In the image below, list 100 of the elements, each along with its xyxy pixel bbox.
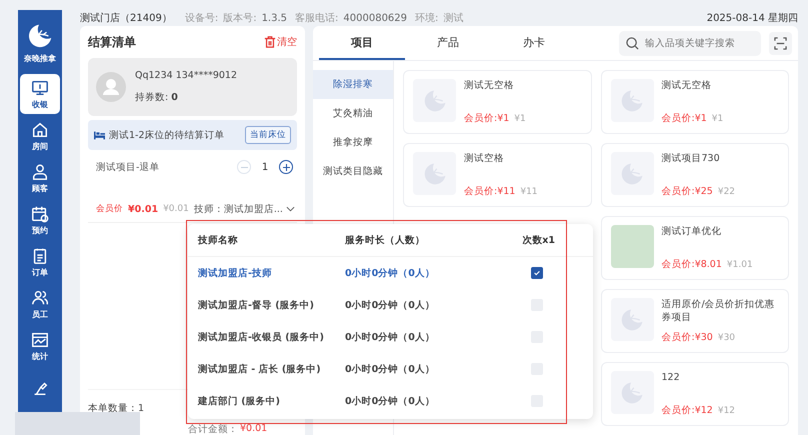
technician-name: 测试加盟店-督导 (服务中) <box>198 298 315 312</box>
column-header: 次数x1 <box>521 234 555 246</box>
technician-name: 测试加盟店 - 店长 (服务中) <box>198 362 322 376</box>
member-price-label: 会员价 <box>96 203 123 215</box>
coupon-count: 持券数: 0 <box>135 91 179 104</box>
original-price: ¥30 <box>718 333 736 343</box>
category-item[interactable]: 除湿排寒 <box>313 70 393 99</box>
member-price: 会员价:¥1 <box>464 112 510 125</box>
original-price: ¥22 <box>718 187 736 197</box>
column-header: 技师名称 <box>198 234 239 246</box>
monitor-icon <box>31 78 49 96</box>
calendar-icon <box>31 204 49 222</box>
total-amount-label: 合计金额： <box>188 423 238 435</box>
member-price: 会员价:¥30 <box>662 331 713 344</box>
clear-button[interactable]: 清空 <box>264 35 297 49</box>
product-card[interactable]: 122 会员价:¥12 ¥12 <box>600 362 789 426</box>
chevron-down-icon <box>286 206 295 212</box>
product-card[interactable]: 测试项目730 会员价:¥25 ¥22 <box>600 143 789 207</box>
bed-order-text: 测试1-2床位的待结算订单 <box>109 128 225 142</box>
member-price: 会员价:¥8.01 <box>662 258 722 271</box>
version-number: 1.3.5 <box>262 12 288 24</box>
product-card[interactable]: 适用原价/会员价折扣优惠券项目 会员价:¥30 ¥30 <box>600 289 789 353</box>
original-price: ¥1.01 <box>726 260 753 270</box>
category-item[interactable]: 测试类目隐藏 <box>313 157 393 186</box>
service-duration: 0小时0分钟（0人） <box>345 298 436 312</box>
technician-name: 测试加盟店-收银员 (服务中) <box>198 330 325 344</box>
product-card[interactable]: 测试无空格 会员价:¥1 ¥1 <box>600 70 789 134</box>
person-icon <box>31 162 49 180</box>
service-duration: 0小时0分钟（0人） <box>345 330 436 344</box>
nav-item[interactable]: 顾客 <box>20 158 60 198</box>
service-duration: 0小时0分钟（0人） <box>345 266 436 280</box>
category-item[interactable]: 推拿按摩 <box>313 128 393 157</box>
trash-icon <box>264 36 276 48</box>
product-card[interactable]: 测试无空格 会员价:¥1 ¥1 <box>403 70 592 134</box>
original-price: ¥1 <box>712 114 724 124</box>
nav-item[interactable]: 员工 <box>20 284 60 324</box>
item-name: 测试项目-退单 <box>96 160 160 174</box>
product-name: 测试无空格 <box>662 79 712 92</box>
brand-name: 奈晚推拿 <box>24 53 56 64</box>
product-name: 适用原价/会员价折扣优惠券项目 <box>662 298 776 325</box>
product-card[interactable]: 测试订单优化 会员价:¥8.01 ¥1.01 <box>600 216 789 280</box>
nav-item[interactable]: 房间 <box>20 116 60 156</box>
environment-value: 测试 <box>443 12 464 25</box>
environment-label: 环境: <box>415 12 438 25</box>
technician-name: 测试加盟店-技师 <box>198 266 273 280</box>
bed-icon <box>94 130 105 140</box>
total-count: 本单数量：1 <box>88 402 146 415</box>
nav-item[interactable]: 预约 <box>20 200 60 240</box>
minus-button[interactable] <box>237 160 251 174</box>
original-price: ¥1 <box>514 114 526 124</box>
product-name: 测试无空格 <box>464 79 515 92</box>
original-price: ¥11 <box>520 187 538 197</box>
plus-button[interactable] <box>279 160 293 174</box>
member-price: ¥0.01 <box>128 204 158 214</box>
original-price: ¥0.01 <box>163 204 189 214</box>
nav-item[interactable]: 收银 <box>20 74 60 114</box>
plus-icon <box>282 164 290 170</box>
original-price: ¥12 <box>718 406 736 416</box>
check-icon <box>533 269 541 277</box>
scan-button[interactable] <box>769 32 792 54</box>
avatar-icon <box>96 72 126 102</box>
member-price: 会员价:¥1 <box>662 112 707 125</box>
member-price: 会员价:¥25 <box>662 185 713 198</box>
store-name: 测试门店（21409） <box>80 12 172 25</box>
product-name: 测试项目730 <box>662 152 721 166</box>
chart-icon <box>31 330 49 348</box>
member-price: 会员价:¥12 <box>662 404 713 417</box>
moon-logo-icon <box>26 22 54 50</box>
house-icon <box>31 120 49 138</box>
category-item[interactable]: 艾灸精油 <box>313 99 393 128</box>
member-price: 会员价:¥11 <box>464 185 516 198</box>
photo-placeholder <box>610 225 654 268</box>
tab[interactable]: 项目 <box>319 26 405 60</box>
service-duration: 0小时0分钟（0人） <box>345 394 436 408</box>
product-name: 122 <box>662 371 681 384</box>
people-icon <box>31 288 49 306</box>
version-label: 版本号: <box>223 12 257 25</box>
product-card[interactable]: 测试空格 会员价:¥11 ¥11 <box>403 143 592 207</box>
current-bed-button[interactable]: 当前床位 <box>245 126 291 144</box>
technician-dropdown[interactable]: 技师：测试加盟店... <box>194 202 295 216</box>
product-name: 测试订单优化 <box>662 225 722 238</box>
member-name: Qq1234 134****9012 <box>135 70 238 81</box>
scan-icon <box>774 36 787 50</box>
nav-item[interactable]: 订单 <box>20 242 60 282</box>
product-name: 测试空格 <box>464 152 505 166</box>
quantity-value: 1 <box>260 162 270 172</box>
search-field[interactable]: 输入品项关键字搜索 <box>619 30 761 56</box>
date-text: 2025-08-14 星期四 <box>706 12 798 25</box>
service-duration: 0小时0分钟（0人） <box>345 362 436 376</box>
tab[interactable]: 产品 <box>405 26 491 60</box>
tab[interactable]: 办卡 <box>491 26 577 60</box>
checkbox[interactable] <box>531 267 543 279</box>
cart-title: 结算清单 <box>88 34 136 50</box>
clipboard-icon <box>31 246 49 264</box>
column-header: 服务时长（人数） <box>345 234 426 246</box>
phone-number: 4000080629 <box>343 12 408 24</box>
technician-name: 建店部门 (服务中) <box>198 394 281 408</box>
nav-item[interactable]: 统计 <box>20 326 60 366</box>
total-amount: ¥0.01 <box>240 423 268 435</box>
device-label: 设备号: <box>184 12 218 25</box>
